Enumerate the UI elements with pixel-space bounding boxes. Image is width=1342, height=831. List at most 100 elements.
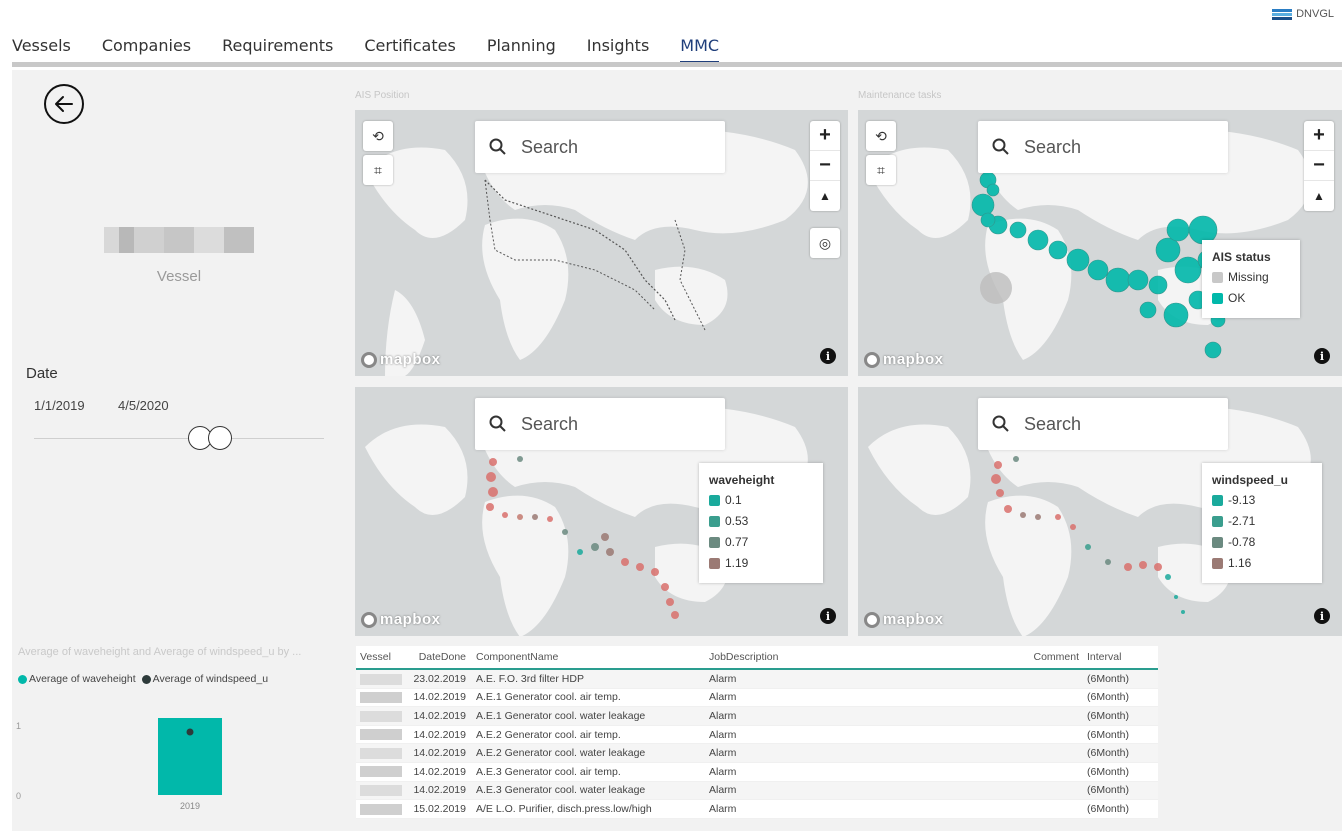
legend-item[interactable]: 0.53 [709,514,813,528]
date-cell: 14.02.2019 [413,728,466,741]
legend-item[interactable]: 1.16 [1212,556,1312,570]
component-cell: A.E.2 Generator cool. air temp. [476,728,621,741]
search-placeholder: Search [1024,136,1082,157]
component-cell: A.E.3 Generator cool. water leakage [476,784,646,797]
map-search-input[interactable]: Search [978,121,1228,173]
date-cell: 14.02.2019 [413,784,466,797]
search-placeholder: Search [521,136,579,157]
component-cell: A.E. F.O. 3rd filter HDP [476,672,584,685]
mapbox-logo-icon [864,611,880,628]
legend-item[interactable]: -2.71 [1212,514,1312,528]
date-slicer-label: Date [26,365,58,382]
map-ais-position[interactable]: ⟲ ⌗ Search + − ▲ ◎ mapbox i [355,110,848,376]
map-search-input[interactable]: Search [475,398,725,450]
legend-swatch [18,674,27,684]
compass-button[interactable]: ▲ [1304,181,1334,211]
main-nav-tabs: Vessels Companies Requirements Certifica… [12,36,750,64]
map-search-input[interactable]: Search [978,398,1228,450]
rect-select-icon[interactable]: ⌗ [363,155,393,185]
table-row[interactable]: 14.02.2019 A.E.2 Generator cool. water le… [356,744,1158,763]
table-row[interactable]: 14.02.2019 A.E.1 Generator cool. water le… [356,707,1158,726]
legend-item[interactable]: 0.77 [709,535,813,549]
compass-button[interactable]: ▲ [810,181,840,211]
table-header: Vessel DateDone ComponentName JobDescrip… [356,646,1158,670]
date-end-input[interactable]: 4/5/2020 [110,394,177,418]
legend-item[interactable]: 1.19 [709,556,813,570]
date-slider-track[interactable] [34,438,324,439]
zoom-out-button[interactable]: − [1304,151,1334,181]
table-row[interactable]: 15.02.2019 A/E L.O. Purifier, disch.press… [356,800,1158,819]
interval-cell: (6Month) [1087,728,1130,741]
attribution-text: mapbox [380,351,441,368]
date-cell: 14.02.2019 [413,747,466,760]
mapbox-attribution[interactable]: mapbox [864,351,944,368]
zoom-in-button[interactable]: + [1304,121,1334,151]
col-vessel[interactable]: Vessel [356,651,411,663]
tab-requirements[interactable]: Requirements [222,36,333,64]
mapbox-attribution[interactable]: mapbox [361,351,441,368]
y-tick-label: 0 [16,791,21,801]
waveheight-windspeed-chart: 1 0 2019 [16,718,222,811]
legend-item-ok[interactable]: OK [1212,291,1290,305]
interval-cell: (6Month) [1087,709,1130,722]
zoom-out-button[interactable]: − [810,151,840,181]
ais-position-title: AIS Position [355,90,410,101]
tab-vessels[interactable]: Vessels [12,36,71,64]
vessel-cell [356,747,411,759]
tab-companies[interactable]: Companies [102,36,191,64]
interval-cell: (6Month) [1087,784,1130,797]
mapbox-attribution[interactable]: mapbox [864,611,944,628]
map-maintenance-tasks[interactable]: ⟲ ⌗ Search + − ▲ AIS status Missing OK m… [858,110,1342,376]
mapbox-attribution[interactable]: mapbox [361,611,441,628]
info-icon[interactable]: i [1314,348,1330,364]
legend-title: windspeed_u [1212,473,1289,487]
table-row[interactable]: 14.02.2019 A.E.1 Generator cool. air temp… [356,689,1158,708]
interval-cell: (6Month) [1087,802,1130,815]
info-icon[interactable]: i [820,608,836,624]
attribution-text: mapbox [883,611,944,628]
legend-item[interactable]: -0.78 [1212,535,1312,549]
col-datedone[interactable]: DateDone [411,651,471,663]
info-icon[interactable]: i [1314,608,1330,624]
maintenance-tasks-title: Maintenance tasks [858,90,942,101]
point-windspeed [186,728,194,736]
back-button[interactable] [44,84,84,124]
arrow-left-icon [55,96,73,112]
table-row[interactable]: 14.02.2019 A.E.3 Generator cool. air temp… [356,763,1158,782]
date-start-input[interactable]: 1/1/2019 [26,394,93,418]
tab-insights[interactable]: Insights [587,36,650,64]
y-tick-label: 1 [16,721,21,731]
search-placeholder: Search [521,413,579,434]
lasso-select-icon[interactable]: ⟲ [363,121,393,151]
col-jobdescription[interactable]: JobDescription [701,651,1011,663]
zoom-in-button[interactable]: + [810,121,840,151]
col-interval[interactable]: Interval [1083,651,1158,663]
table-row[interactable]: 14.02.2019 A.E.2 Generator cool. air temp… [356,726,1158,745]
lasso-select-icon[interactable]: ⟲ [866,121,896,151]
date-cell: 14.02.2019 [413,691,466,704]
legend-item[interactable]: -9.13 [1212,493,1312,507]
table-row[interactable]: 23.02.2019 A.E. F.O. 3rd filter HDP Alarm (… [356,670,1158,689]
interval-cell: (6Month) [1087,747,1130,760]
date-slider-end-handle[interactable] [208,426,232,450]
job-cell: Alarm [709,747,737,760]
job-cell: Alarm [709,672,737,685]
info-icon[interactable]: i [820,348,836,364]
map-windspeed[interactable]: Search windspeed_u -9.13 -2.71 -0.78 1.1… [858,387,1342,636]
col-componentname[interactable]: ComponentName [471,651,701,663]
vessel-cell [356,784,411,797]
job-cell: Alarm [709,802,737,815]
geolocate-icon[interactable]: ◎ [810,228,840,258]
rect-select-icon[interactable]: ⌗ [866,155,896,185]
col-comment[interactable]: Comment [1011,651,1083,663]
tab-certificates[interactable]: Certificates [364,36,455,64]
map-search-input[interactable]: Search [475,121,725,173]
tab-planning[interactable]: Planning [487,36,556,64]
table-row[interactable]: 14.02.2019 A.E.3 Generator cool. water le… [356,781,1158,801]
legend-item[interactable]: 0.1 [709,493,813,507]
map-waveheight[interactable]: Search waveheight 0.1 0.53 0.77 1.19 map… [355,387,848,636]
tab-mmc[interactable]: MMC [680,36,720,64]
interval-cell: (6Month) [1087,765,1130,778]
legend-item-missing[interactable]: Missing [1212,270,1290,284]
mini-chart-legend: Average of waveheight Average of windspe… [18,673,268,685]
